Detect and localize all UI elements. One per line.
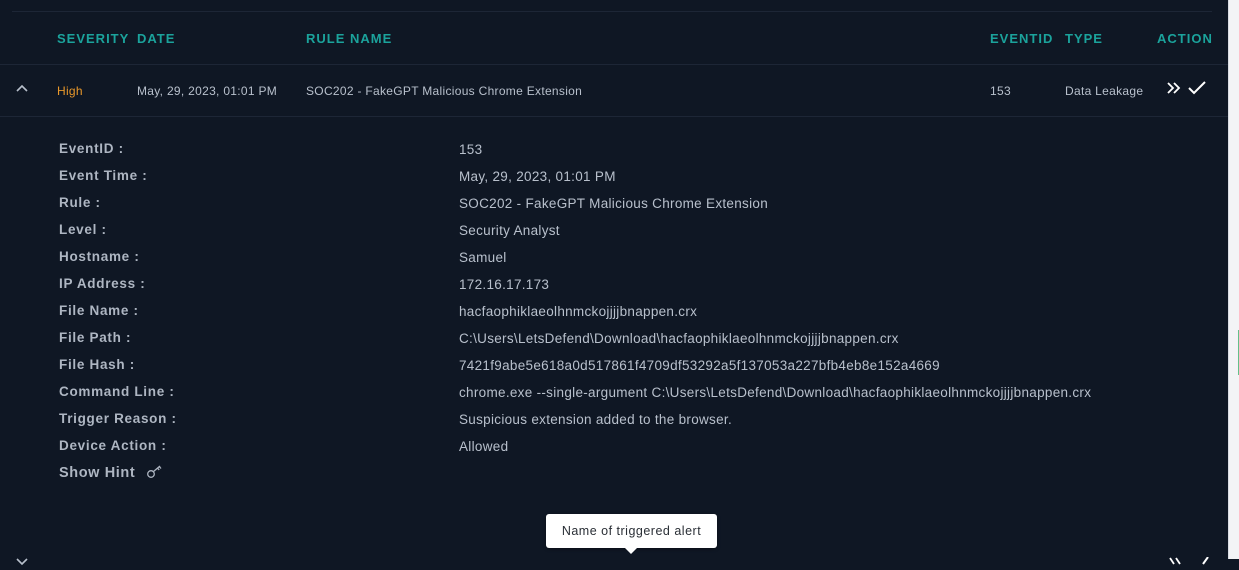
severity-badge: High <box>57 84 83 98</box>
detail-value: hacfaophiklaeolhnmckojjjjbnappen.crx <box>459 304 698 319</box>
detail-label: Trigger Reason : <box>59 411 177 426</box>
alert-eventid: 153 <box>990 84 1011 98</box>
detail-label: Event Time : <box>59 168 148 183</box>
header-type[interactable]: TYPE <box>1065 31 1103 46</box>
header-rule-name[interactable]: RULE NAME <box>306 31 392 46</box>
alert-type: Data Leakage <box>1065 84 1144 98</box>
detail-label: File Hash : <box>59 357 135 372</box>
checkmark-icon[interactable] <box>1187 78 1207 98</box>
chevron-down-icon[interactable] <box>14 552 30 570</box>
detail-label: File Path : <box>59 330 132 345</box>
detail-label: File Name : <box>59 303 139 318</box>
show-hint-label: Show Hint <box>59 465 136 481</box>
checkmark-icon[interactable] <box>1190 552 1210 570</box>
detail-value: May, 29, 2023, 01:01 PM <box>459 169 616 184</box>
double-chevron-right-icon[interactable] <box>1166 552 1186 570</box>
header-severity[interactable]: SEVERITY <box>57 31 129 46</box>
detail-label: Command Line : <box>59 384 175 399</box>
alert-table: SEVERITY DATE RULE NAME EVENTID TYPE ACT… <box>0 0 1228 566</box>
detail-label: Device Action : <box>59 438 167 453</box>
double-chevron-right-icon[interactable] <box>1164 78 1184 98</box>
detail-value: Security Analyst <box>459 223 560 238</box>
detail-value: Samuel <box>459 250 507 265</box>
tooltip-arrow <box>624 547 638 554</box>
detail-value: SOC202 - FakeGPT Malicious Chrome Extens… <box>459 196 769 211</box>
header-eventid[interactable]: EVENTID <box>990 31 1053 46</box>
key-icon <box>146 465 162 478</box>
chevron-up-icon[interactable] <box>14 80 30 96</box>
table-header: SEVERITY DATE RULE NAME EVENTID TYPE ACT… <box>0 12 1228 65</box>
table-row[interactable]: High May, 29, 2023, 01:01 PM SOC202 - Fa… <box>0 64 1228 117</box>
header-date[interactable]: DATE <box>137 31 175 46</box>
detail-value: C:\Users\LetsDefend\Download\hacfaophikl… <box>459 331 899 346</box>
alert-date: May, 29, 2023, 01:01 PM <box>137 84 278 98</box>
detail-value: chrome.exe --single-argument C:\Users\Le… <box>459 385 1092 400</box>
detail-label: Rule : <box>59 195 101 210</box>
scrollbar[interactable] <box>1228 0 1239 559</box>
show-hint-button[interactable]: Show Hint <box>59 465 164 481</box>
detail-value: Suspicious extension added to the browse… <box>459 412 733 427</box>
detail-label: EventID : <box>59 141 124 156</box>
detail-label: IP Address : <box>59 276 146 291</box>
detail-value: Allowed <box>459 439 509 454</box>
detail-value: 153 <box>459 142 483 157</box>
detail-value: 172.16.17.173 <box>459 277 550 292</box>
detail-label: Level : <box>59 222 107 237</box>
alert-rule-name: SOC202 - FakeGPT Malicious Chrome Extens… <box>306 84 583 98</box>
header-action: ACTION <box>1157 31 1213 46</box>
detail-label: Hostname : <box>59 249 140 264</box>
tooltip: Name of triggered alert <box>546 514 717 548</box>
detail-value: 7421f9abe5e618a0d517861f4709df53292a5f13… <box>459 358 940 373</box>
